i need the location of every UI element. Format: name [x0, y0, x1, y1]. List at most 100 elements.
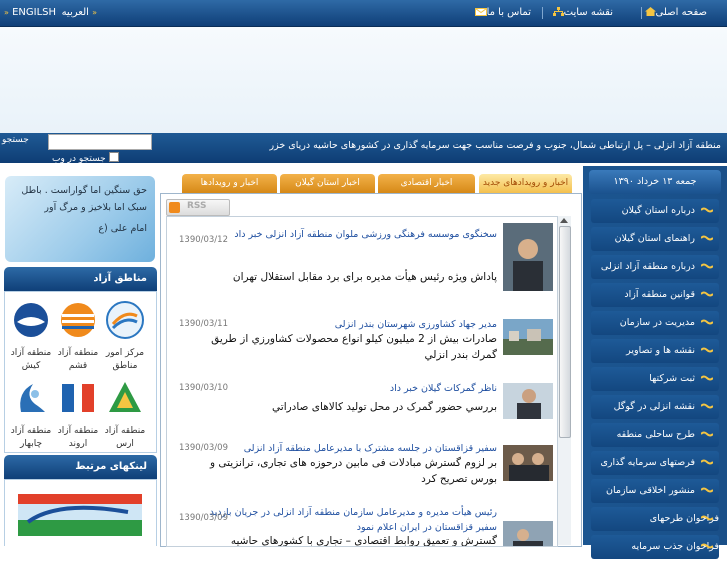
contact-link-label: تماس با ما: [486, 7, 531, 18]
news-thumbnail: [503, 383, 553, 419]
tab-events[interactable]: اخبار و رویدادها: [182, 174, 277, 193]
wave-bullet-icon: [701, 487, 713, 493]
sidebar-menu-item[interactable]: فراخوان جذب سرمایه گذار: [591, 535, 719, 576]
related-link-banner[interactable]: [18, 494, 142, 536]
sidebar-menu-item[interactable]: نقشه ها و تصاویر: [591, 339, 719, 363]
news-summary: صادرات بیش از 2 میلیون کیلو انواع محصولا…: [211, 333, 497, 361]
arabic-link[interactable]: العربیه »: [62, 0, 97, 26]
news-summary: بررسي حضور گمرک در محل تولید کالاهای صاد…: [272, 401, 497, 413]
search-web-option[interactable]: جستجو در وب: [52, 152, 119, 164]
news-title[interactable]: مدیر جهاد کشاورزی شهرستان بندر انزلی: [207, 317, 497, 332]
wave-bullet-icon: [701, 459, 713, 465]
zone-label: منطقه آزاد اروند: [57, 426, 99, 449]
news-summary: پاداش ویژه رئیس هیأت مدیره برای برد مقاب…: [232, 271, 497, 283]
divider: [641, 7, 642, 19]
zone-link[interactable]: منطقه آزاد اروند: [55, 378, 101, 451]
news-scrollbar[interactable]: [557, 216, 571, 545]
wave-bullet-icon: [701, 291, 713, 297]
tab-gilan-news[interactable]: اخبار استان گیلان: [280, 174, 375, 193]
zone-link[interactable]: منطقه آزاد ارس: [102, 378, 148, 451]
zone-logo-icon: [20, 384, 45, 412]
news-title[interactable]: رئیس هیأت مدیره و مدیرعامل سازمان منطقه …: [207, 505, 497, 535]
zone-link[interactable]: منطقه آزاد قشم: [55, 300, 101, 373]
double-chevron-icon: »: [92, 8, 97, 17]
home-icon: [644, 7, 656, 16]
news-list: سخنگوی موسسه فرهنگی ورزشی ملوان منطقه آز…: [166, 216, 558, 547]
news-thumbnail: [503, 521, 553, 546]
sidebar-menu-item[interactable]: راهنمای استان گیلان: [591, 227, 719, 251]
tab-new-news[interactable]: اخبار و رویدادهای جدید: [479, 174, 572, 193]
free-zones-title: مناطق آزاد: [93, 273, 147, 284]
arabic-link-label: العربیه: [61, 7, 89, 18]
rss-label: RSS: [187, 201, 207, 211]
zone-logo-icon: [109, 382, 141, 412]
zone-link[interactable]: منطقه آزاد کیش: [8, 300, 54, 373]
zone-logo-icon: [14, 303, 48, 337]
sidebar-menu-item[interactable]: درباره استان گیلان: [591, 199, 719, 223]
sidebar-menu-item[interactable]: طرح ساحلی منطقه: [591, 423, 719, 447]
contact-link[interactable]: تماس با ما: [472, 0, 531, 26]
news-title[interactable]: سخنگوی موسسه فرهنگی ورزشی ملوان منطقه آز…: [207, 227, 497, 242]
sidebar-menu-item[interactable]: منشور اخلاقی سازمان: [591, 479, 719, 503]
current-date: جمعه ۱۳ خرداد ۱۳۹۰: [589, 170, 721, 194]
news-date: 1390/03/11: [179, 319, 228, 329]
sidebar-menu-item[interactable]: فرصتهای سرمایه گذاری: [591, 451, 719, 475]
sidebar-menu-item[interactable]: درباره منطقه آزاد انزلی: [591, 255, 719, 279]
zone-logo-icon: [62, 384, 94, 412]
top-navigation-bar: صفحه اصلی نقشه سایت تماس با ما العربیه »…: [0, 0, 727, 27]
slogan-bar: منطقه آزاد انزلی – پل ارتباطی شمال، جنوب…: [0, 133, 727, 164]
sitemap-icon: [552, 7, 564, 16]
sidebar-menu-item[interactable]: مدیریت در سازمان: [591, 311, 719, 335]
news-thumbnail: [503, 445, 553, 481]
wave-bullet-icon: [701, 319, 713, 325]
zone-label: منطقه آزاد قشم: [57, 348, 99, 371]
search-button[interactable]: جستجو: [2, 135, 29, 145]
site-slogan: منطقه آزاد انزلی – پل ارتباطی شمال، جنوب…: [269, 140, 721, 151]
search-web-checkbox[interactable]: [108, 152, 119, 162]
free-zones-header: مناطق آزاد: [4, 267, 157, 291]
sidebar-menu-item[interactable]: نقشه انزلی در گوگل: [591, 395, 719, 419]
english-link[interactable]: » ENGILSH: [4, 0, 56, 26]
sidebar-menu-item[interactable]: قوانین منطقه آزاد: [591, 283, 719, 307]
home-link[interactable]: صفحه اصلی: [642, 0, 707, 26]
news-thumbnail: [503, 223, 553, 291]
home-link-label: صفحه اصلی: [655, 7, 707, 18]
news-title[interactable]: ناظر گمرکات گیلان خبر داد: [207, 381, 497, 396]
sitemap-link[interactable]: نقشه سایت: [550, 0, 613, 26]
scrollbar-thumb[interactable]: [559, 226, 571, 438]
wave-bullet-icon: [701, 207, 713, 213]
search-web-label: جستجو در وب: [52, 154, 106, 164]
related-links-header: لینکهای مرتبط: [4, 455, 157, 479]
zone-logo-icon: [106, 301, 144, 339]
divider: [542, 7, 543, 19]
search-input[interactable]: [48, 134, 152, 150]
zone-link[interactable]: مرکز امور مناطق: [102, 300, 148, 373]
news-summary: بر لزوم گسترش مبادلات فی مابین درحوزه ها…: [209, 457, 497, 485]
wave-bullet-icon: [701, 515, 713, 521]
double-chevron-icon: »: [4, 8, 9, 17]
zone-label: منطقه آزاد چابهار: [10, 426, 52, 449]
zone-link[interactable]: منطقه آزاد چابهار: [8, 378, 54, 451]
quote-box: حق سنگین اما گواراست . باطل سبک اما بلاخ…: [5, 176, 155, 262]
news-title[interactable]: سفیر قزاقستان در جلسه مشترک با مدیرعامل …: [207, 441, 497, 456]
zone-label: منطقه آزاد ارس: [104, 426, 146, 449]
related-links-title: لینکهای مرتبط: [75, 461, 147, 472]
news-thumbnail: [503, 319, 553, 355]
tab-economic-news[interactable]: اخبار اقتصادی: [378, 174, 475, 193]
zone-label: مرکز امور مناطق: [105, 348, 145, 371]
news-date: 1390/03/12: [179, 235, 228, 245]
english-link-label: ENGILSH: [12, 7, 57, 18]
news-date: 1390/03/10: [179, 383, 228, 393]
wave-bullet-icon: [701, 431, 713, 437]
wave-bullet-icon: [701, 375, 713, 381]
free-zones-panel: مرکز امور مناطق منطقه آزاد قشم منطقه آزا…: [4, 291, 157, 453]
news-date: 1390/03/09: [179, 443, 228, 453]
sidebar-menu-item[interactable]: فراخوان طرحهای پژوهشی: [591, 507, 719, 548]
envelope-icon: [474, 8, 487, 16]
sidebar-menu-item[interactable]: ثبت شرکتها: [591, 367, 719, 391]
quote-text: حق سنگین اما گواراست . باطل سبک اما بلاخ…: [21, 185, 147, 213]
header-banner: [0, 27, 727, 133]
rss-button[interactable]: RSS: [166, 199, 230, 216]
scroll-up-arrow-icon[interactable]: [560, 218, 568, 223]
zone-logo-icon: [61, 303, 95, 337]
